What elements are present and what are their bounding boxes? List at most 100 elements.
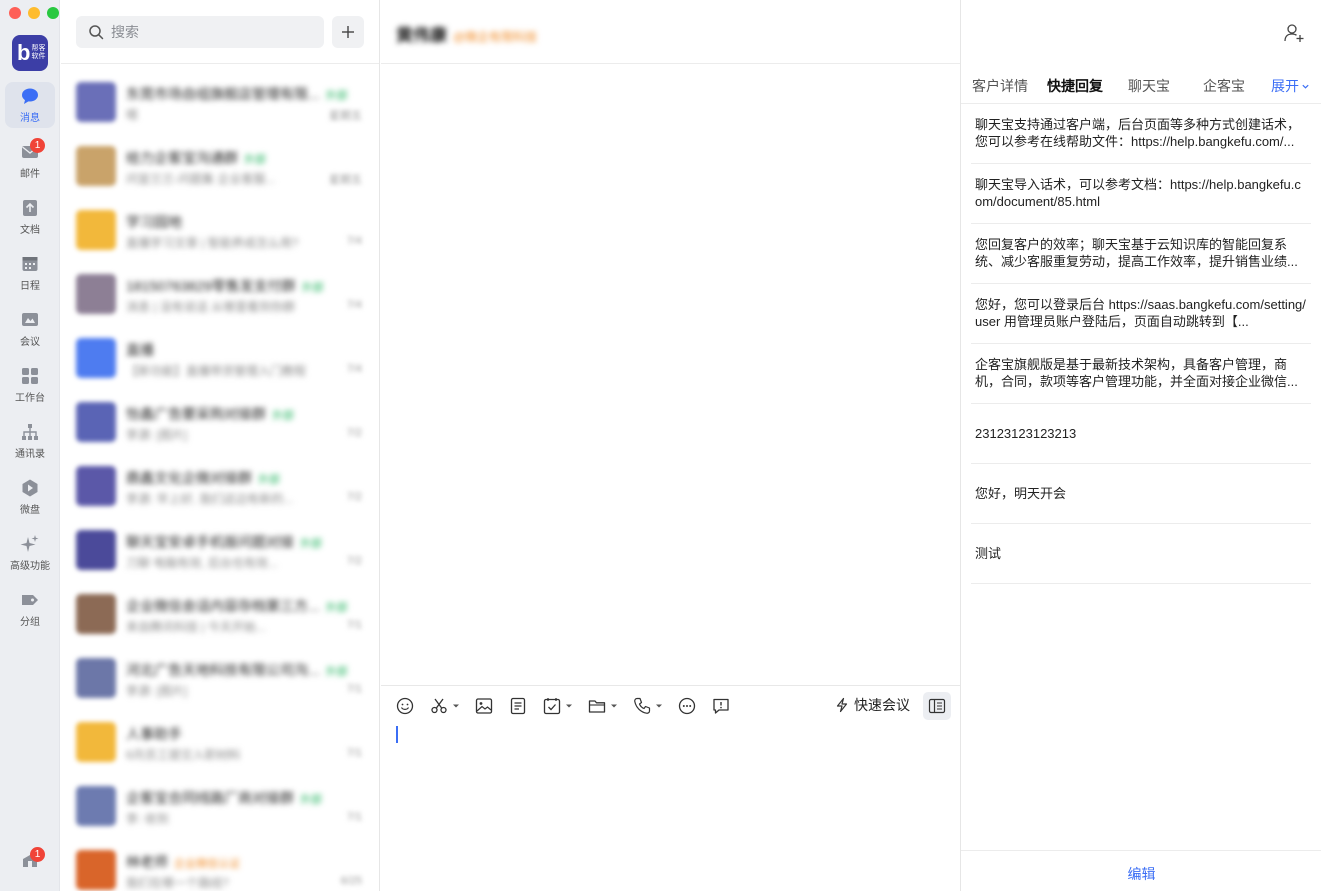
- emoji-tool-button[interactable]: [395, 696, 415, 716]
- external-tag: 外部: [301, 282, 324, 294]
- conversation-item[interactable]: 鼎鑫文化企微对接群 外部 李源: 早上好, 我们这边有新的... 7/2: [61, 454, 379, 518]
- conversation-item[interactable]: 企客宝合同线路厂商对接群 外部李: 收到 7/1: [61, 774, 379, 838]
- conversation-name-row: 东莞市场自组旗舰店管理有限... 外部: [126, 84, 348, 104]
- conversation-preview: 李: 收到: [126, 812, 169, 826]
- quick-reply-item[interactable]: 您好，明天开会: [971, 464, 1311, 524]
- conversation-name-row: 学习园地: [126, 212, 182, 232]
- note-icon: [510, 697, 526, 715]
- conversation-avatar: [76, 722, 116, 762]
- conversation-preview: 嗯: [126, 108, 139, 122]
- conversation-preview: 李源: [图片]: [126, 428, 188, 442]
- conversation-time: 6/25: [340, 875, 362, 887]
- tab-qikebao[interactable]: 企客宝: [1203, 76, 1245, 96]
- expand-button[interactable]: 展开: [1271, 76, 1310, 96]
- user-avatar[interactable]: b 帮客 软件: [12, 35, 48, 71]
- search-box[interactable]: [76, 16, 324, 48]
- caret-down-icon: [453, 704, 459, 708]
- nav-item-3[interactable]: 日程: [5, 250, 55, 296]
- phone-icon: [634, 697, 651, 714]
- conversation-name: 河北广告天地科技有限公司沟...: [126, 662, 320, 678]
- conversation-time: 7/2: [346, 491, 362, 503]
- conversation-item[interactable]: 18150763829零售发支付群 外部 消息 | 没有说话 从哪里看到你群 7/4: [61, 262, 379, 326]
- conversation-name-row: 直播: [126, 340, 154, 360]
- add-button[interactable]: [332, 16, 364, 48]
- conversation-name-row: 企业微信会话内容存档第三方... 外部: [126, 596, 348, 616]
- nav-item-2[interactable]: 文档: [5, 194, 55, 240]
- conversation-preview: 李源: 早上好, 我们这边有新的...: [126, 492, 294, 506]
- conversation-item[interactable]: 给力企客宝沟通群 外部 问宣兰兰-问题集 企业客服... 星期五: [61, 134, 379, 198]
- nav-item-5[interactable]: 工作台: [5, 362, 55, 408]
- nav-item-8[interactable]: 高级功能: [5, 530, 55, 576]
- quick-reply-item[interactable]: 企客宝旗舰版是基于最新技术架构，具备客户管理，商机，合同，款项等客户管理功能，并…: [971, 344, 1311, 404]
- quick-reply-item[interactable]: 您回复客户的效率；聊天宝基于云知识库的智能回复系统、减少客服重复劳动，提高工作效…: [971, 224, 1311, 284]
- conversation-name-row: 人事助手: [126, 724, 182, 744]
- conversation-item[interactable]: 河北广告天地科技有限公司沟... 外部 李源: [图片] 7/1: [61, 646, 379, 710]
- conversation-name: 鼎鑫文化企微对接群: [126, 470, 252, 486]
- chat-area: 黄伟康 @微企有限科技 快速会议: [381, 0, 1321, 891]
- search-input[interactable]: [111, 24, 311, 40]
- conversation-time: 7/1: [346, 811, 362, 823]
- quick-reply-text: 您好，您可以登录后台 https://saas.bangkefu.com/set…: [975, 297, 1306, 329]
- nav-item-7[interactable]: 微盘: [5, 474, 55, 520]
- folder-tool-button[interactable]: [587, 696, 618, 716]
- close-window-button[interactable]: [9, 7, 21, 19]
- add-member-icon[interactable]: [1283, 22, 1305, 44]
- tab-quick-reply[interactable]: 快捷回复: [1047, 76, 1103, 96]
- conversation-time: 7/2: [346, 427, 362, 439]
- quick-reply-item[interactable]: 您好，您可以登录后台 https://saas.bangkefu.com/set…: [971, 284, 1311, 344]
- quick-reply-item[interactable]: 聊天宝支持通过客户端，后台页面等多种方式创建话术，您可以参考在线帮助文件：htt…: [971, 104, 1311, 164]
- conversation-item[interactable]: 企业微信会话内容存档第三方... 外部 来自腾讯科技 | 今天开始... 7/1: [61, 582, 379, 646]
- task-check-tool-button[interactable]: [542, 696, 573, 716]
- scissors-tool-button[interactable]: [429, 696, 460, 716]
- quick-reply-item[interactable]: 测试: [971, 524, 1311, 584]
- edit-button[interactable]: 编辑: [961, 864, 1321, 884]
- conversation-avatar: [76, 786, 116, 826]
- more-dots-tool-button[interactable]: [677, 696, 697, 716]
- nav-item-1[interactable]: 邮件 1: [5, 138, 55, 184]
- conversation-item[interactable]: 怡鑫广告要采购对接群 外部 李源: [图片] 7/2: [61, 390, 379, 454]
- conversation-item[interactable]: 人事助手 6月员工提交入职材料 7/1: [61, 710, 379, 774]
- quick-meeting-button[interactable]: 快速会议: [834, 695, 910, 715]
- comment-tool-button[interactable]: [711, 696, 731, 716]
- tab-chatbao[interactable]: 聊天宝: [1128, 76, 1170, 96]
- nav-rail: b 帮客 软件 消息邮件 1 文档日程会议工作台通讯录微盘高级功能分组 1: [0, 0, 60, 891]
- panel-tabs: 客户详情 快捷回复 聊天宝 企客宝 展开: [961, 64, 1321, 104]
- org-chart-icon: [22, 424, 38, 440]
- quick-reply-text: 23123123123213: [975, 426, 1077, 441]
- conversation-time: 7/4: [346, 235, 362, 247]
- quick-reply-text: 聊天宝支持通过客户端，后台页面等多种方式创建话术，您可以参考在线帮助文件：htt…: [975, 117, 1301, 149]
- task-check-icon: [543, 698, 561, 715]
- caret-down-icon: [656, 704, 662, 708]
- quick-reply-item[interactable]: 23123123123213: [971, 404, 1311, 464]
- nav-item-6[interactable]: 通讯录: [5, 418, 55, 464]
- tab-customer-details[interactable]: 客户详情: [972, 76, 1028, 96]
- minimize-window-button[interactable]: [28, 7, 40, 19]
- text-cursor[interactable]: [396, 726, 398, 743]
- conversation-item[interactable]: 学习园地 直播学习文章 | 智能养成怎么用? 7/4: [61, 198, 379, 262]
- nav-item-label: 日程: [20, 281, 40, 292]
- expand-label: 展开: [1271, 78, 1299, 94]
- zoom-window-button[interactable]: [47, 7, 59, 19]
- nav-item-9[interactable]: 分组: [5, 586, 55, 632]
- sparkle-icon: [20, 535, 39, 552]
- quick-reply-text: 您好，明天开会: [975, 486, 1067, 501]
- phone-tool-button[interactable]: [632, 696, 663, 716]
- quick-reply-item[interactable]: 聊天宝导入话术，可以参考文档：https://help.bangkefu.com…: [971, 164, 1311, 224]
- calendar-icon: [22, 257, 38, 271]
- conversation-item[interactable]: 聊天宝安卓手机版问题对接 外部 刀聊 电脑有效, 后台也有效... 7/2: [61, 518, 379, 582]
- conversation-item[interactable]: 直播 【新功能】直播带货管理入门教程 7/4: [61, 326, 379, 390]
- image-tool-button[interactable]: [474, 696, 494, 716]
- emoji-icon: [396, 697, 414, 715]
- notification-bell-button[interactable]: 1: [5, 838, 55, 884]
- document-icon: [23, 200, 37, 216]
- conversation-time: 7/4: [346, 299, 362, 311]
- conversation-item[interactable]: 林老师 企业微信认证 我们在哪一个路线? 6/25: [61, 838, 379, 891]
- conversation-item[interactable]: 东莞市场自组旗舰店管理有限... 外部嗯 星期五: [61, 70, 379, 134]
- nav-item-4[interactable]: 会议: [5, 306, 55, 352]
- note-tool-button[interactable]: [508, 696, 528, 716]
- conversation-time: 星期五: [329, 174, 362, 186]
- lightning-icon: [836, 697, 848, 713]
- nav-item-0[interactable]: 消息: [5, 82, 55, 128]
- side-panel-toggle[interactable]: [923, 692, 951, 720]
- conversation-name-row: 企客宝合同线路厂商对接群 外部: [126, 788, 322, 808]
